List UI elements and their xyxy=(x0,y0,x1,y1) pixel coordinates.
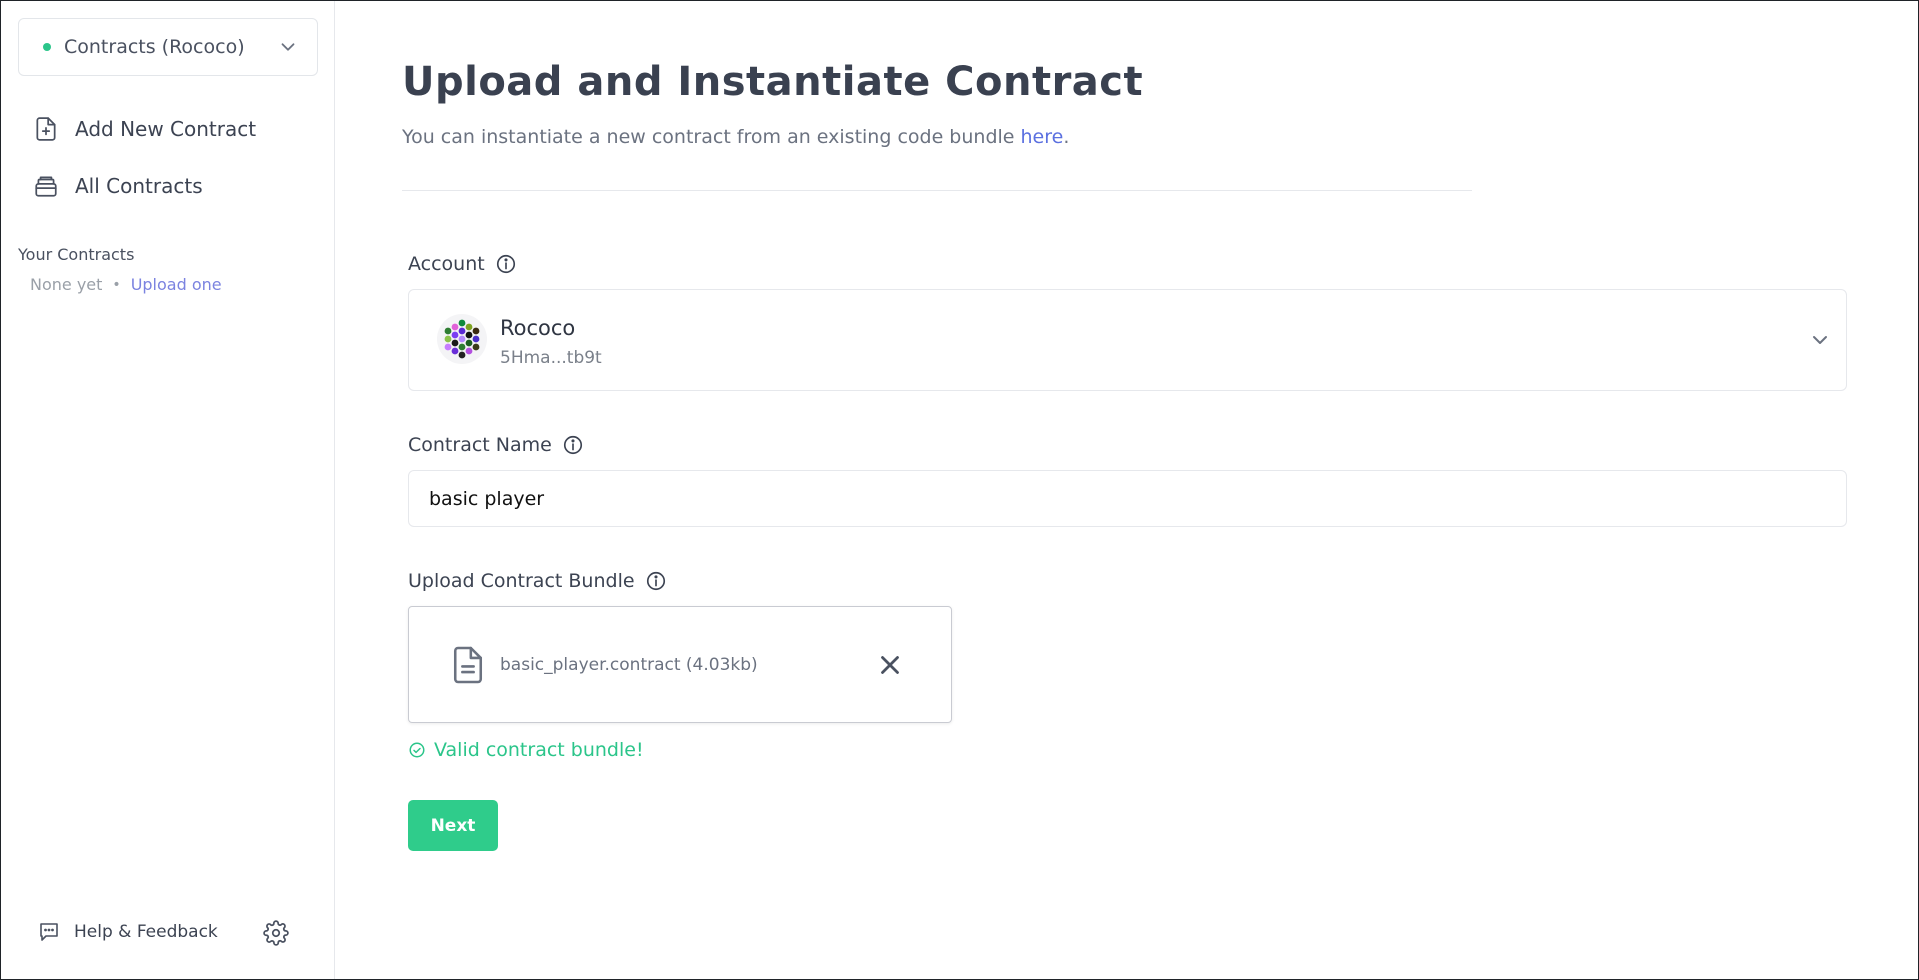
uploaded-file-name: basic_player.contract (4.03kb) xyxy=(500,655,758,675)
network-selector[interactable]: Contracts (Rococo) xyxy=(18,18,318,76)
chevron-down-icon xyxy=(1813,336,1827,344)
archive-icon xyxy=(35,176,57,197)
none-yet-text: None yet xyxy=(30,275,103,294)
contract-name-label: Contract Name xyxy=(408,434,584,456)
help-feedback-button[interactable]: Help & Feedback xyxy=(37,920,218,944)
info-icon[interactable] xyxy=(495,253,517,275)
close-icon[interactable] xyxy=(875,650,905,680)
network-label: Contracts (Rococo) xyxy=(64,36,245,58)
network-status-dot xyxy=(43,43,51,51)
nav-all-contracts-label: All Contracts xyxy=(75,174,203,198)
subtitle-period: . xyxy=(1063,126,1070,148)
nav-add-new-contract[interactable]: Add New Contract xyxy=(33,113,256,145)
info-icon[interactable] xyxy=(645,570,667,592)
file-text-icon xyxy=(453,646,483,684)
account-name: Rococo xyxy=(500,316,576,340)
check-circle-icon xyxy=(409,742,425,758)
next-button[interactable]: Next xyxy=(408,800,498,851)
account-address: 5Hma...tb9t xyxy=(500,348,602,368)
chat-icon xyxy=(40,923,58,941)
separator-dot: • xyxy=(112,276,121,293)
uploaded-file-card: basic_player.contract (4.03kb) xyxy=(408,606,952,723)
your-contracts-title: Your Contracts xyxy=(18,245,135,264)
account-selector[interactable]: Rococo 5Hma...tb9t xyxy=(408,289,1847,391)
main-content: Upload and Instantiate Contract You can … xyxy=(336,1,1918,979)
nav-add-new-contract-label: Add New Contract xyxy=(75,117,257,141)
contract-name-input[interactable] xyxy=(408,470,1847,527)
info-icon[interactable] xyxy=(562,434,584,456)
upload-one-link[interactable]: Upload one xyxy=(131,275,222,294)
file-plus-icon xyxy=(36,117,56,141)
subtitle-text: You can instantiate a new contract from … xyxy=(402,126,1021,148)
bundle-valid-message: Valid contract bundle! xyxy=(408,739,644,761)
account-label-text: Account xyxy=(408,253,485,275)
nav-all-contracts[interactable]: All Contracts xyxy=(33,170,203,202)
contract-name-label-text: Contract Name xyxy=(408,434,552,456)
account-identicon xyxy=(437,314,487,364)
upload-bundle-label-text: Upload Contract Bundle xyxy=(408,570,635,592)
page-subtitle: You can instantiate a new contract from … xyxy=(402,126,1069,148)
help-feedback-label: Help & Feedback xyxy=(74,922,218,942)
sidebar: Contracts (Rococo) Add New Contract All … xyxy=(1,1,335,979)
bundle-valid-text: Valid contract bundle! xyxy=(434,739,644,761)
divider xyxy=(402,190,1472,191)
page-title: Upload and Instantiate Contract xyxy=(402,59,1144,105)
here-link[interactable]: here xyxy=(1021,126,1064,148)
account-label: Account xyxy=(408,253,517,275)
your-contracts-empty: None yet • Upload one xyxy=(30,275,222,294)
gear-icon[interactable] xyxy=(263,920,289,946)
chevron-down-icon xyxy=(281,43,295,51)
upload-bundle-label: Upload Contract Bundle xyxy=(408,570,667,592)
